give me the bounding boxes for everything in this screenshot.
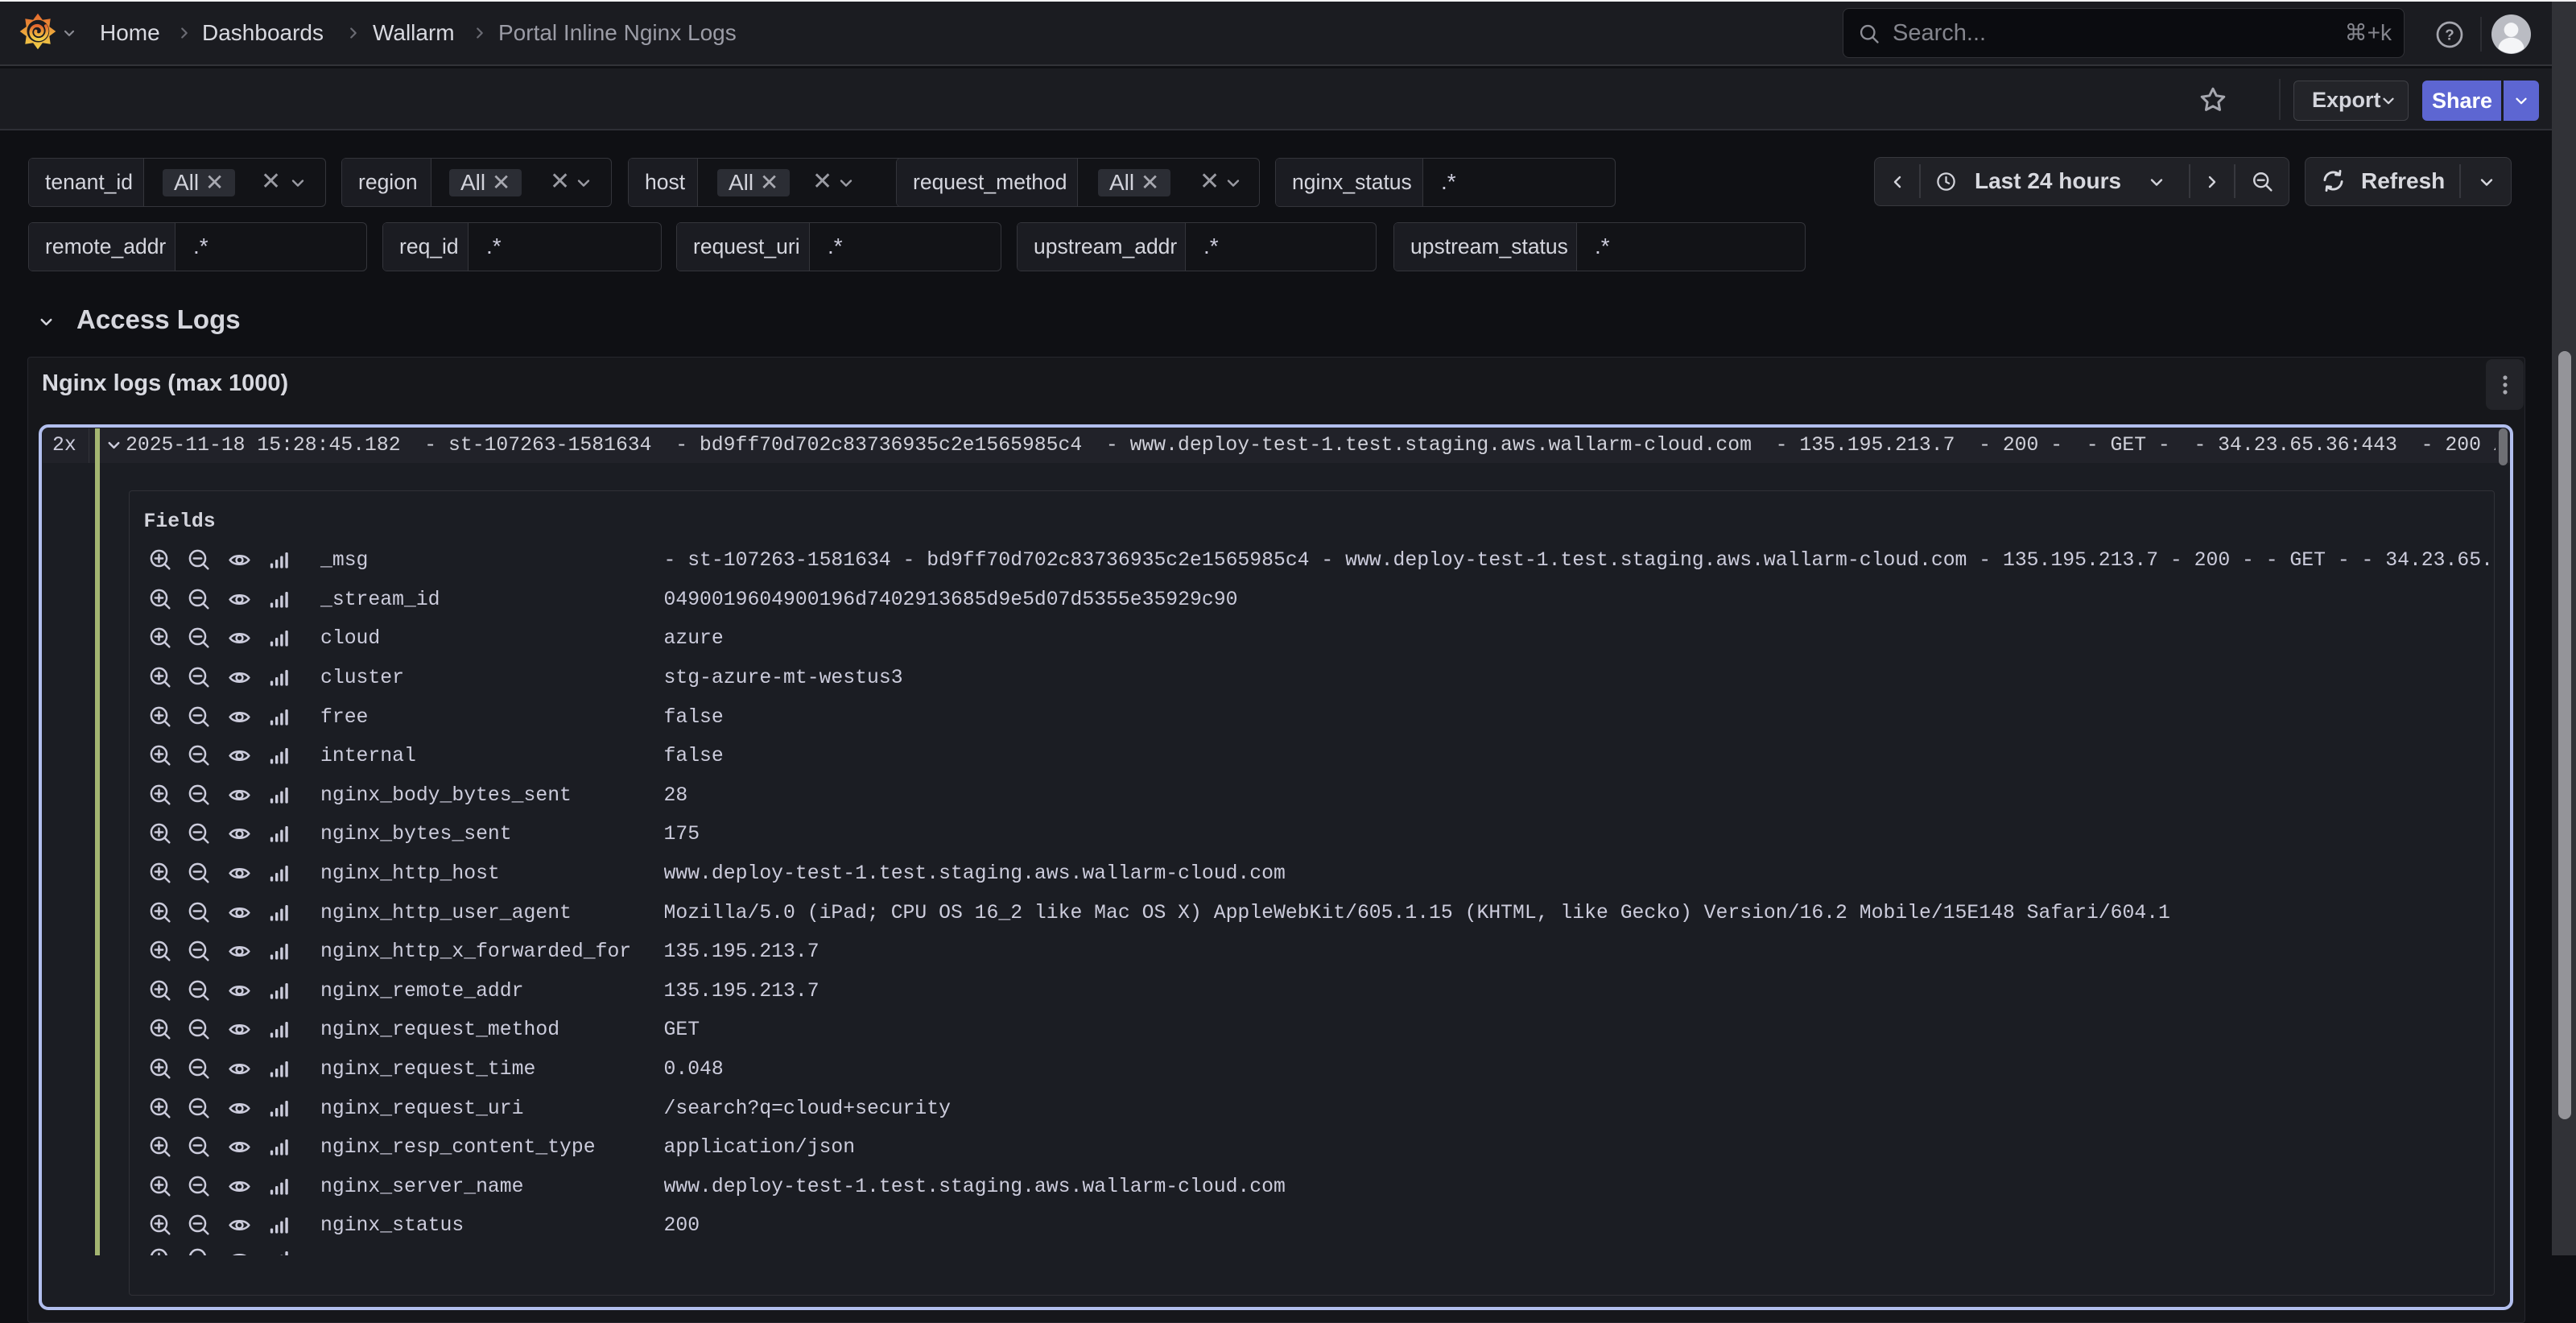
svg-text:?: ?: [2445, 27, 2454, 43]
